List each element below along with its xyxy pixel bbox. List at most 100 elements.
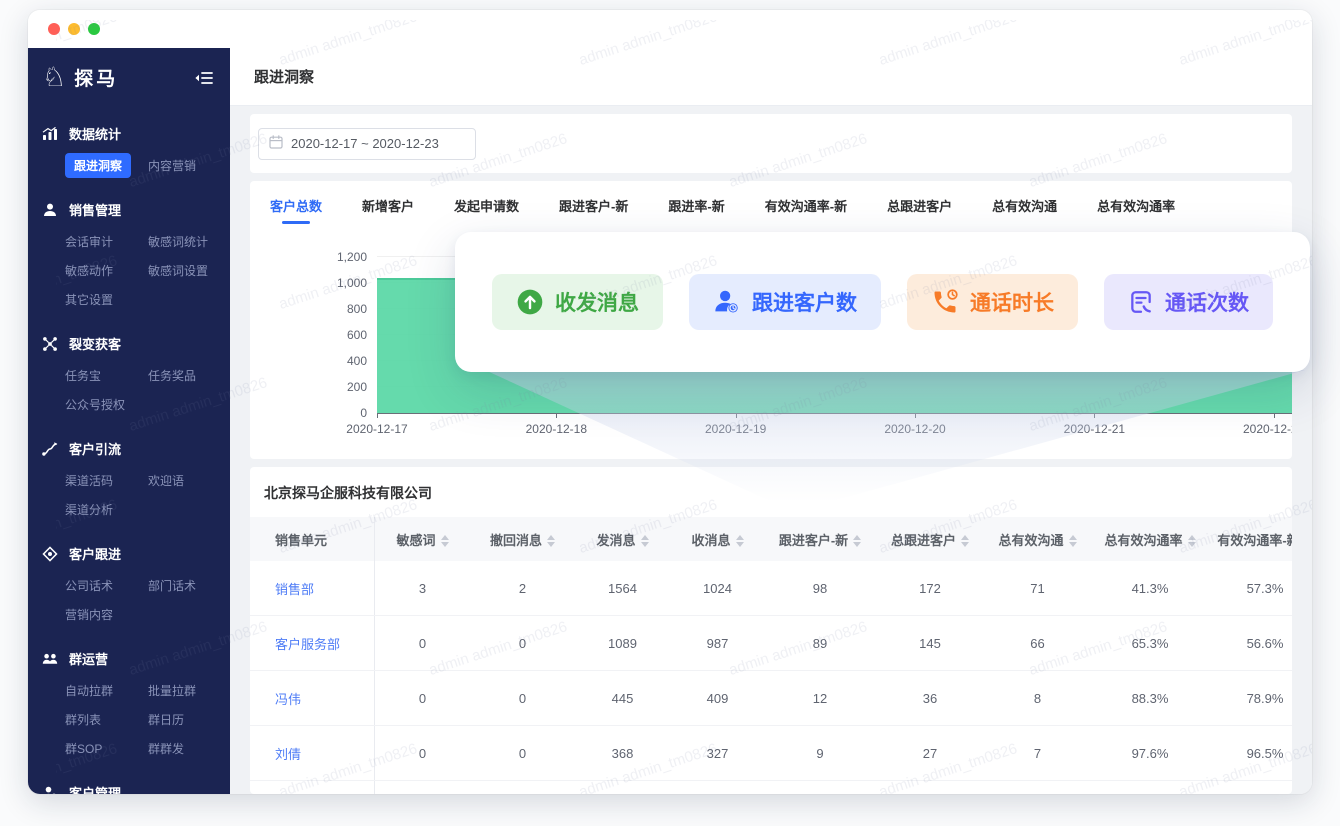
zoom-window-button[interactable] [88,23,100,35]
minimize-window-button[interactable] [68,23,80,35]
tab-发起申请数[interactable]: 发起申请数 [454,196,519,215]
sidebar-item-渠道活码[interactable]: 渠道活码 [65,467,148,494]
tab-新增客户[interactable]: 新增客户 [362,196,414,215]
sidebar-item-label: 敏感词统计 [148,233,208,250]
column-header-有效沟通率-新[interactable]: 有效沟通率-新 [1210,530,1292,549]
sidebar-item-内容营销[interactable]: 内容营销 [148,152,230,179]
target-icon [42,546,58,562]
tab-总有效沟通率[interactable]: 总有效沟通率 [1097,196,1175,215]
date-range-picker[interactable]: 2020-12-17 ~ 2020-12-23 [258,128,476,160]
sidebar-item-label: 内容营销 [148,157,196,174]
table-cell: 66 [985,636,1090,651]
sidebar-section: 数据统计跟进洞察内容营销 [28,117,230,187]
sidebar-item-群群发[interactable]: 群群发 [148,735,230,762]
popup-button-收发消息[interactable]: 收发消息 [492,274,663,330]
sort-desc-icon [961,542,969,547]
sort-asc-icon [641,535,649,540]
sidebar-item-label: 部门话术 [148,577,196,594]
column-header-label: 撤回消息 [490,533,542,548]
column-header-撤回消息[interactable]: 撤回消息 [470,530,575,549]
sidebar-item-label: 营销内容 [65,606,113,623]
sidebar-item-部门话术[interactable]: 部门话术 [148,572,230,599]
sales-unit-link[interactable]: 刘倩 [250,726,375,780]
column-header-敏感词[interactable]: 敏感词 [375,530,470,549]
sort-asc-icon [961,535,969,540]
sort-desc-icon [1069,542,1077,547]
sidebar-item-自动拉群[interactable]: 自动拉群 [65,677,148,704]
column-header-label: 有效沟通率-新 [1217,533,1292,548]
collapse-sidebar-icon[interactable] [194,70,214,86]
tab-客户总数[interactable]: 客户总数 [270,196,322,215]
sidebar-item-label: 群日历 [148,711,184,728]
sort-icon[interactable] [1188,535,1196,547]
sidebar-item-敏感词统计[interactable]: 敏感词统计 [148,228,230,255]
x-axis-label: 2020-12-22 [1243,422,1292,436]
column-header-总有效沟通率[interactable]: 总有效沟通率 [1090,530,1210,549]
sort-icon[interactable] [1069,535,1077,547]
tab-跟进率-新[interactable]: 跟进率-新 [668,196,724,215]
popup-button-通话次数[interactable]: 通话次数 [1104,274,1273,330]
sidebar-item-label: 群SOP [65,740,102,757]
brand-name: 探马 [74,64,118,91]
table-cell: 1089 [575,636,670,651]
column-header-销售单元: 销售单元 [250,517,375,561]
sidebar-item-公司话术[interactable]: 公司话术 [65,572,148,599]
popup-button-label: 通话次数 [1165,287,1249,317]
sidebar-item-欢迎语[interactable]: 欢迎语 [148,467,230,494]
popup-button-通话时长[interactable]: 通话时长 [907,274,1078,330]
x-axis-tick [1274,413,1275,418]
sort-icon[interactable] [547,535,555,547]
column-header-总跟进客户[interactable]: 总跟进客户 [875,530,985,549]
sales-unit-link[interactable]: 销售部 [250,561,375,615]
sidebar: ♘ 探马 数据统计跟进洞察内容营销销售管理会话审计敏感词统计敏感动作敏感词设置其… [28,48,230,794]
sidebar-item-批量拉群[interactable]: 批量拉群 [148,677,230,704]
sort-icon[interactable] [641,535,649,547]
sales-unit-link[interactable]: 客户服务部 [250,616,375,670]
x-axis-tick [915,413,916,418]
sidebar-item-其它设置[interactable]: 其它设置 [65,286,148,313]
sidebar-section-items: 任务宝任务奖品公众号授权 [28,360,230,426]
y-axis-label: 0 [297,406,367,420]
popup-button-跟进客户数[interactable]: 跟进客户数 [689,274,881,330]
sort-icon[interactable] [853,535,861,547]
sidebar-section-title: 群运营 [28,642,230,675]
calendar-icon [269,135,283,152]
sidebar-item-敏感动作[interactable]: 敏感动作 [65,257,148,284]
filter-card: 2020-12-17 ~ 2020-12-23 [250,114,1292,173]
table-row: 胡亚飞00000000.0%0.0% [250,781,1292,794]
popup-button-label: 通话时长 [970,287,1054,317]
sort-icon[interactable] [736,535,744,547]
sidebar-item-跟进洞察[interactable]: 跟进洞察 [65,152,148,179]
tab-总有效沟通[interactable]: 总有效沟通 [992,196,1057,215]
column-header-总有效沟通[interactable]: 总有效沟通 [985,530,1090,549]
sidebar-item-渠道分析[interactable]: 渠道分析 [65,496,148,523]
close-window-button[interactable] [48,23,60,35]
sidebar-item-营销内容[interactable]: 营销内容 [65,601,148,628]
tab-总跟进客户[interactable]: 总跟进客户 [887,196,952,215]
sidebar-item-公众号授权[interactable]: 公众号授权 [65,391,148,418]
sidebar-item-任务宝[interactable]: 任务宝 [65,362,148,389]
sort-icon[interactable] [961,535,969,547]
company-name: 北京探马企服科技有限公司 [250,481,1292,517]
table-cell: 0 [375,691,470,706]
sidebar-item-群日历[interactable]: 群日历 [148,706,230,733]
sales-unit-link[interactable]: 冯伟 [250,671,375,725]
popup-button-label: 收发消息 [555,287,639,317]
data-table: 销售单元敏感词 撤回消息 发消息收消息跟进客户-新总跟进客户总有效沟通总有效沟通率有… [250,517,1292,794]
sidebar-section-items: 会话审计敏感词统计敏感动作敏感词设置其它设置 [28,226,230,321]
table-cell: 987 [670,636,765,651]
column-header-发消息[interactable]: 发消息 [575,530,670,549]
tab-有效沟通率-新[interactable]: 有效沟通率-新 [765,196,847,215]
sidebar-section-items: 跟进洞察内容营销 [28,150,230,187]
sidebar-item-任务奖品[interactable]: 任务奖品 [148,362,230,389]
sidebar-item-群列表[interactable]: 群列表 [65,706,148,733]
sales-unit-link[interactable]: 胡亚飞 [250,781,375,794]
sidebar-item-会话审计[interactable]: 会话审计 [65,228,148,255]
column-header-跟进客户-新[interactable]: 跟进客户-新 [765,530,875,549]
sidebar-item-群SOP[interactable]: 群SOP [65,735,148,762]
sort-desc-icon [547,542,555,547]
column-header-收消息[interactable]: 收消息 [670,530,765,549]
sort-icon[interactable] [441,535,449,547]
sidebar-item-敏感词设置[interactable]: 敏感词设置 [148,257,230,284]
tab-跟进客户-新[interactable]: 跟进客户-新 [559,196,628,215]
